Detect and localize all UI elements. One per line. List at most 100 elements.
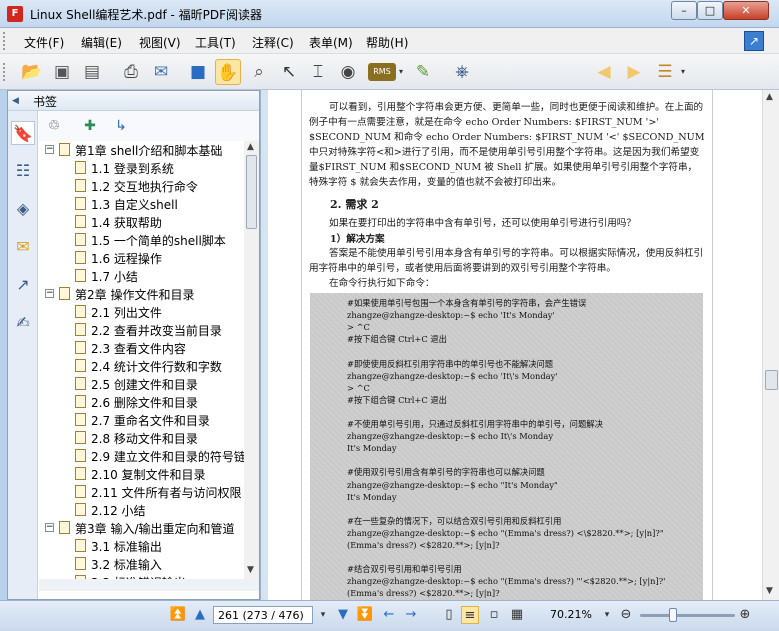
- bookmark-hscrollbar[interactable]: [39, 579, 259, 591]
- bookmark-item[interactable]: 1.7 小结: [39, 267, 244, 285]
- forward-icon[interactable]: →: [402, 606, 420, 624]
- bookmark-item[interactable]: 2.3 查看文件内容: [39, 339, 244, 357]
- bookmark-scroll-thumb[interactable]: [246, 155, 257, 229]
- delete-bookmark-icon[interactable]: ♲: [44, 116, 64, 136]
- bookmark-item[interactable]: 1.5 一个简单的shell脚本: [39, 231, 244, 249]
- hand-icon[interactable]: ✋: [215, 59, 241, 85]
- document-scroll-thumb[interactable]: [765, 370, 778, 390]
- doc-scroll-up-icon[interactable]: ▲: [766, 92, 773, 102]
- bookmark-chapter[interactable]: − 第3章 输入/输出重定向和管道: [39, 519, 244, 537]
- code-line: zhangze@zhangze-desktop:~$ echo 'It's Mo…: [347, 310, 555, 321]
- collapse-toggle-icon[interactable]: −: [45, 523, 54, 532]
- zoom-select-icon[interactable]: ⌕: [246, 59, 272, 85]
- expand-view-icon[interactable]: ↗: [744, 31, 764, 51]
- highlight-icon[interactable]: ☰: [652, 59, 678, 85]
- prev-page-icon[interactable]: ▲: [191, 606, 209, 624]
- facing-page-icon[interactable]: ▫: [485, 606, 503, 624]
- maximize-button[interactable]: □: [697, 1, 723, 20]
- close-button[interactable]: ✕: [723, 1, 769, 20]
- menu-form[interactable]: 表单(M): [309, 34, 353, 51]
- last-page-icon[interactable]: ⏬: [356, 606, 374, 624]
- bookmark-item[interactable]: 2.11 文件所有者与访问权限: [39, 483, 244, 501]
- snapshot-icon[interactable]: ◉: [335, 59, 361, 85]
- attachments-icon[interactable]: ↗: [11, 273, 35, 297]
- open-icon[interactable]: 📂: [19, 59, 45, 85]
- single-page-icon[interactable]: ▯: [440, 606, 458, 624]
- bookmark-item[interactable]: 2.6 删除文件和目录: [39, 393, 244, 411]
- bookmark-item[interactable]: 1.2 交互地执行命令: [39, 177, 244, 195]
- scroll-down-icon[interactable]: ▼: [247, 565, 254, 575]
- bookmark-item[interactable]: 3.2 标准输入: [39, 555, 244, 573]
- next-result-icon[interactable]: ▶: [621, 59, 647, 85]
- menu-help[interactable]: 帮助(H): [366, 34, 408, 51]
- zoom-level[interactable]: 70.21%: [550, 608, 592, 621]
- comments-icon[interactable]: ✉: [11, 235, 35, 259]
- fullscreen-icon[interactable]: ■: [185, 59, 211, 85]
- panel-splitter[interactable]: [260, 90, 268, 600]
- text-select-icon[interactable]: ⌶: [305, 59, 331, 85]
- next-page-icon[interactable]: ▼: [334, 606, 352, 624]
- save-icon[interactable]: ▣: [49, 59, 75, 85]
- bookmark-item[interactable]: 1.3 自定义shell: [39, 195, 244, 213]
- bookmark-item[interactable]: 2.4 统计文件行数和字数: [39, 357, 244, 375]
- doc-scroll-down-icon[interactable]: ▼: [766, 586, 773, 596]
- document-scrollbar[interactable]: ▲ ▼: [762, 90, 779, 600]
- rms-dropdown-icon[interactable]: ▾: [396, 59, 406, 85]
- bookmark-item[interactable]: 3.1 标准输出: [39, 537, 244, 555]
- bookmark-item[interactable]: 2.9 建立文件和目录的符号链: [39, 447, 244, 465]
- first-page-icon[interactable]: ⏫: [169, 606, 187, 624]
- select-arrow-icon[interactable]: ↖: [276, 59, 302, 85]
- menu-view[interactable]: 视图(V): [139, 34, 181, 51]
- search-icon[interactable]: ⎈: [449, 59, 475, 85]
- collapse-toggle-icon[interactable]: −: [45, 289, 54, 298]
- bookmark-item[interactable]: 2.8 移动文件和目录: [39, 429, 244, 447]
- bookmark-item[interactable]: 1.4 获取帮助: [39, 213, 244, 231]
- zoom-out-icon[interactable]: ⊖: [617, 606, 635, 624]
- print-icon[interactable]: ⎙: [118, 59, 144, 85]
- bookmark-scrollbar[interactable]: ▲ ▼: [244, 141, 259, 579]
- menubar-grip[interactable]: [3, 32, 6, 50]
- menu-tools[interactable]: 工具(T): [195, 34, 236, 51]
- scroll-up-icon[interactable]: ▲: [247, 142, 254, 152]
- zoom-slider-knob[interactable]: [669, 608, 678, 622]
- panel-tab-strip: 🔖 ☷ ◈ ✉ ↗ ✍: [8, 111, 38, 599]
- bookmark-item[interactable]: 2.10 复制文件和目录: [39, 465, 244, 483]
- expand-bookmark-icon[interactable]: ↳: [111, 116, 131, 136]
- zoom-slider[interactable]: [640, 608, 735, 622]
- toolbar-grip[interactable]: [3, 63, 6, 81]
- bookmark-chapter[interactable]: − 第2章 操作文件和目录: [39, 285, 244, 303]
- back-icon[interactable]: ←: [380, 606, 398, 624]
- menu-comment[interactable]: 注释(C): [252, 34, 294, 51]
- highlight-dropdown-icon[interactable]: ▾: [678, 59, 688, 85]
- save-as-icon[interactable]: ▤: [79, 59, 105, 85]
- signatures-icon[interactable]: ✍: [11, 311, 35, 335]
- rms-icon[interactable]: RMS: [368, 63, 396, 81]
- minimize-button[interactable]: –: [671, 1, 697, 20]
- layers-icon[interactable]: ◈: [11, 197, 35, 221]
- bookmark-item[interactable]: 2.1 列出文件: [39, 303, 244, 321]
- bookmark-page-icon: [75, 503, 86, 516]
- bookmark-item[interactable]: 1.1 登录到系统: [39, 159, 244, 177]
- page-number-input[interactable]: 261 (273 / 476): [213, 606, 313, 624]
- collapse-panel-icon[interactable]: ◀: [12, 97, 22, 106]
- bookmark-chapter[interactable]: − 第1章 shell介绍和脚本基础: [39, 141, 244, 159]
- continuous-facing-icon[interactable]: ▦: [508, 606, 526, 624]
- bookmark-item[interactable]: 2.7 重命名文件和目录: [39, 411, 244, 429]
- menu-file[interactable]: 文件(F): [24, 34, 64, 51]
- bookmark-item[interactable]: 1.6 远程操作: [39, 249, 244, 267]
- menu-edit[interactable]: 编辑(E): [81, 34, 122, 51]
- collapse-toggle-icon[interactable]: −: [45, 145, 54, 154]
- pages-icon[interactable]: ☷: [11, 159, 35, 183]
- email-icon[interactable]: ✉: [148, 59, 174, 85]
- add-bookmark-icon[interactable]: ✚: [80, 116, 100, 136]
- zoom-in-icon[interactable]: ⊕: [736, 606, 754, 624]
- bookmark-item[interactable]: 2.5 创建文件和目录: [39, 375, 244, 393]
- sign-icon[interactable]: ✎: [410, 59, 436, 85]
- bookmarks-icon[interactable]: 🔖: [11, 121, 35, 145]
- prev-result-icon[interactable]: ◀: [591, 59, 617, 85]
- bookmark-item[interactable]: 2.2 查看并改变当前目录: [39, 321, 244, 339]
- zoom-dropdown-icon[interactable]: ▾: [598, 606, 616, 624]
- continuous-page-icon[interactable]: ≡: [461, 606, 479, 624]
- page-dropdown-icon[interactable]: ▾: [314, 606, 332, 624]
- bookmark-item[interactable]: 2.12 小结: [39, 501, 244, 519]
